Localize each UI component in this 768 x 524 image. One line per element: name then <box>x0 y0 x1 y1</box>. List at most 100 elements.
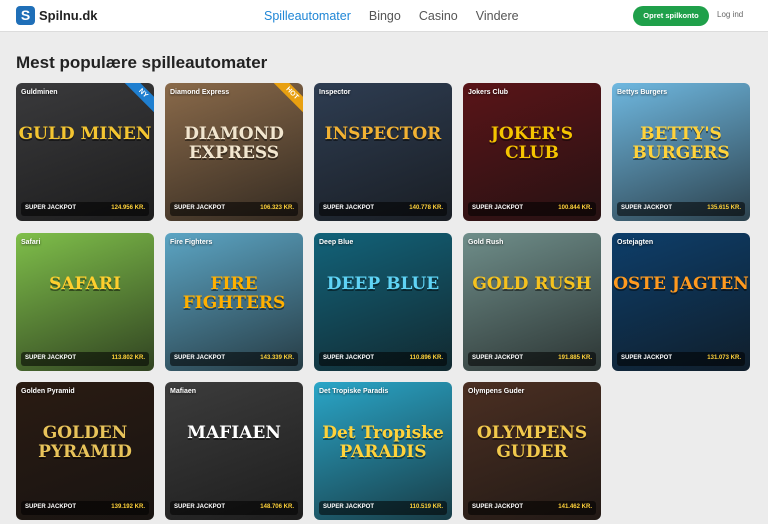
jackpot-bar: SUPER JACKPOT 110.896 KR. <box>319 352 447 366</box>
game-card[interactable]: Gold Rush GOLD RUSH SUPER JACKPOT 191.885 K… <box>463 233 601 371</box>
game-card[interactable]: Det Tropiske Paradis Det Tropiske PARADIS… <box>314 382 452 520</box>
game-card[interactable]: Fire Fighters FIRE FIGHTERS SUPER JACKPOT 1… <box>165 233 303 371</box>
game-thumbnail <box>314 233 452 371</box>
game-title: Fire Fighters <box>170 239 213 246</box>
game-logo-art: GOLDEN PYRAMID <box>38 423 132 462</box>
logo-text: Spilnu.dk <box>39 8 98 23</box>
login-link[interactable]: Log ind <box>717 10 743 19</box>
jackpot-label: SUPER JACKPOT <box>472 205 524 211</box>
game-title: Diamond Express <box>170 89 230 96</box>
top-navigation-bar: S Spilnu.dk Spilleautomater Bingo Casino… <box>0 0 768 32</box>
game-title: Jokers Club <box>468 89 509 96</box>
jackpot-amount: 106.323 KR. <box>260 205 294 211</box>
game-logo-art: SAFARI <box>49 274 121 294</box>
game-card[interactable]: Ostejagten OSTE JAGTEN SUPER JACKPOT 131.07… <box>612 233 750 371</box>
jackpot-label: SUPER JACKPOT <box>621 355 673 361</box>
game-title: Inspector <box>319 89 351 96</box>
game-logo-art: JOKER'S CLUB <box>490 124 574 163</box>
jackpot-label: SUPER JACKPOT <box>323 504 375 510</box>
jackpot-amount: 141.462 KR. <box>558 504 592 510</box>
game-logo-art: DIAMOND EXPRESS <box>184 124 284 163</box>
game-card[interactable]: Guldminen GULD MINEN NY SUPER JACKPOT 124.95… <box>16 83 154 221</box>
jackpot-label: SUPER JACKPOT <box>25 355 77 361</box>
game-thumbnail <box>314 83 452 221</box>
nav-item-spilleautomater[interactable]: Spilleautomater <box>264 9 351 23</box>
game-card[interactable]: Safari SAFARI SUPER JACKPOT 113.802 KR. <box>16 233 154 371</box>
jackpot-bar: SUPER JACKPOT 140.778 KR. <box>319 202 447 216</box>
game-card[interactable]: Olympens Guder OLYMPENS GUDER SUPER JACKPO… <box>463 382 601 520</box>
game-logo-art: OLYMPENS GUDER <box>476 423 588 462</box>
nav-item-casino[interactable]: Casino <box>419 9 458 23</box>
jackpot-label: SUPER JACKPOT <box>25 504 77 510</box>
jackpot-amount: 113.802 KR. <box>111 355 145 361</box>
game-logo-art: FIRE FIGHTERS <box>182 274 286 313</box>
game-logo-art: OSTE JAGTEN <box>613 274 749 294</box>
game-thumbnail <box>463 233 601 371</box>
nav-item-bingo[interactable]: Bingo <box>369 9 401 23</box>
game-title: Safari <box>21 239 41 246</box>
jackpot-bar: SUPER JACKPOT 106.323 KR. <box>170 202 298 216</box>
jackpot-amount: 191.885 KR. <box>558 355 592 361</box>
game-logo-art: DEEP BLUE <box>326 274 440 294</box>
jackpot-bar: SUPER JACKPOT 141.462 KR. <box>468 501 596 515</box>
jackpot-amount: 148.706 KR. <box>260 504 294 510</box>
site-logo[interactable]: S Spilnu.dk <box>16 6 98 25</box>
game-card[interactable]: Jokers Club JOKER'S CLUB SUPER JACKPOT 100.… <box>463 83 601 221</box>
jackpot-amount: 100.844 KR. <box>558 205 592 211</box>
game-title: Olympens Guder <box>468 388 525 395</box>
game-logo-art: MAFIAEN <box>187 423 281 443</box>
jackpot-label: SUPER JACKPOT <box>472 355 524 361</box>
jackpot-label: SUPER JACKPOT <box>174 355 226 361</box>
jackpot-label: SUPER JACKPOT <box>323 205 375 211</box>
game-card[interactable]: Golden Pyramid GOLDEN PYRAMID SUPER JACKPO… <box>16 382 154 520</box>
jackpot-label: SUPER JACKPOT <box>25 205 77 211</box>
jackpot-amount: 143.339 KR. <box>260 355 294 361</box>
game-logo-art: GULD MINEN <box>18 124 152 144</box>
jackpot-bar: SUPER JACKPOT 100.844 KR. <box>468 202 596 216</box>
jackpot-bar: SUPER JACKPOT 113.802 KR. <box>21 352 149 366</box>
jackpot-bar: SUPER JACKPOT 124.956 KR. <box>21 202 149 216</box>
jackpot-bar: SUPER JACKPOT 148.706 KR. <box>170 501 298 515</box>
game-logo-art: BETTY'S BURGERS <box>632 124 730 163</box>
logo-icon: S <box>16 6 35 25</box>
jackpot-amount: 110.896 KR. <box>409 355 443 361</box>
nav-item-vindere[interactable]: Vindere <box>476 9 519 23</box>
jackpot-label: SUPER JACKPOT <box>472 504 524 510</box>
jackpot-bar: SUPER JACKPOT 135.615 KR. <box>617 202 745 216</box>
jackpot-label: SUPER JACKPOT <box>323 355 375 361</box>
jackpot-label: SUPER JACKPOT <box>621 205 673 211</box>
jackpot-bar: SUPER JACKPOT 143.339 KR. <box>170 352 298 366</box>
game-card[interactable]: Inspector INSPECTOR SUPER JACKPOT 140.778 K… <box>314 83 452 221</box>
jackpot-bar: SUPER JACKPOT 110.519 KR. <box>319 501 447 515</box>
main-nav: Spilleautomater Bingo Casino Vindere <box>264 0 519 32</box>
jackpot-bar: SUPER JACKPOT 131.073 KR. <box>617 352 745 366</box>
game-logo-art: GOLD RUSH <box>472 274 592 294</box>
page-title: Mest populære spilleautomater <box>16 53 268 72</box>
game-logo-art: Det Tropiske PARADIS <box>322 423 444 462</box>
game-title: Det Tropiske Paradis <box>319 388 389 395</box>
game-title: Gold Rush <box>468 239 504 246</box>
jackpot-bar: SUPER JACKPOT 191.885 KR. <box>468 352 596 366</box>
game-thumbnail <box>165 382 303 520</box>
jackpot-amount: 140.778 KR. <box>409 205 443 211</box>
game-title: Deep Blue <box>319 239 354 246</box>
jackpot-bar: SUPER JACKPOT 139.192 KR. <box>21 501 149 515</box>
game-thumbnail <box>16 83 154 221</box>
game-card[interactable]: Mafiaen MAFIAEN SUPER JACKPOT 148.706 KR. <box>165 382 303 520</box>
jackpot-label: SUPER JACKPOT <box>174 504 226 510</box>
game-title: Ostejagten <box>617 239 654 246</box>
game-title: Golden Pyramid <box>21 388 75 395</box>
jackpot-label: SUPER JACKPOT <box>174 205 226 211</box>
game-logo-art: INSPECTOR <box>324 124 442 144</box>
jackpot-amount: 124.956 KR. <box>111 205 145 211</box>
jackpot-amount: 139.192 KR. <box>111 504 145 510</box>
game-title: Mafiaen <box>170 388 197 395</box>
game-card[interactable]: Bettys Burgers BETTY'S BURGERS SUPER JACKP… <box>612 83 750 221</box>
jackpot-amount: 131.073 KR. <box>707 355 741 361</box>
game-title: Bettys Burgers <box>617 89 668 96</box>
jackpot-amount: 135.615 KR. <box>707 205 741 211</box>
game-thumbnail <box>612 233 750 371</box>
game-card[interactable]: Deep Blue DEEP BLUE SUPER JACKPOT 110.896 K… <box>314 233 452 371</box>
signup-button[interactable]: Opret spilkonto <box>633 6 709 26</box>
game-card[interactable]: Diamond Express DIAMOND EXPRESS HOT SUPER J… <box>165 83 303 221</box>
